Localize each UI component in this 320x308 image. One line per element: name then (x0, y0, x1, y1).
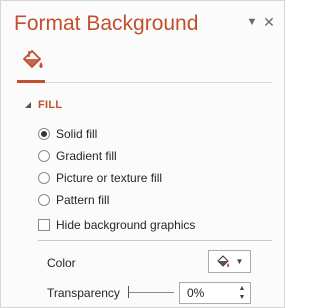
solid-fill-label: Solid fill (56, 127, 98, 141)
fill-tab-active-indicator (17, 80, 45, 83)
radio-icon[interactable] (38, 150, 50, 162)
pattern-fill-radio[interactable]: Pattern fill (38, 192, 109, 208)
format-background-pane: Format Background ▼ ✕ FILL Solid fill Gr… (0, 0, 285, 308)
fill-tab-paint-bucket-icon[interactable] (18, 47, 46, 75)
radio-icon[interactable] (38, 194, 50, 206)
spin-down-icon[interactable]: ▼ (237, 293, 247, 302)
transparency-label: Transparency (47, 286, 120, 300)
picture-texture-fill-label: Picture or texture fill (56, 171, 163, 185)
tab-separator (17, 82, 272, 83)
picture-texture-fill-radio[interactable]: Picture or texture fill (38, 170, 162, 186)
section-divider (38, 240, 272, 241)
spin-up-icon[interactable]: ▲ (237, 284, 247, 293)
fill-section-header[interactable]: FILL (24, 98, 62, 112)
gradient-fill-label: Gradient fill (56, 149, 117, 163)
pane-options-dropdown-icon[interactable]: ▼ (245, 15, 259, 29)
chevron-down-icon: ▼ (235, 257, 244, 266)
transparency-slider-thumb[interactable] (128, 286, 129, 298)
close-icon[interactable]: ✕ (262, 15, 276, 29)
collapse-triangle-icon (25, 102, 31, 108)
gradient-fill-radio[interactable]: Gradient fill (38, 148, 117, 164)
transparency-slider-track[interactable] (128, 292, 174, 293)
radio-icon[interactable] (38, 172, 50, 184)
fill-section-label: FILL (38, 99, 63, 111)
fill-color-picker-button[interactable]: ▼ (208, 250, 251, 273)
radio-selected-icon[interactable] (38, 128, 50, 140)
paint-bucket-icon (216, 254, 229, 267)
pane-title: Format Background (14, 12, 199, 35)
checkbox-icon[interactable] (38, 219, 50, 231)
hide-background-graphics-label: Hide background graphics (56, 218, 196, 232)
transparency-input[interactable] (180, 283, 236, 303)
hide-background-graphics-checkbox[interactable]: Hide background graphics (38, 217, 195, 233)
pattern-fill-label: Pattern fill (56, 193, 110, 207)
transparency-spinner[interactable]: ▲ ▼ (179, 282, 251, 304)
solid-fill-radio[interactable]: Solid fill (38, 126, 97, 142)
color-label: Color (47, 256, 76, 270)
